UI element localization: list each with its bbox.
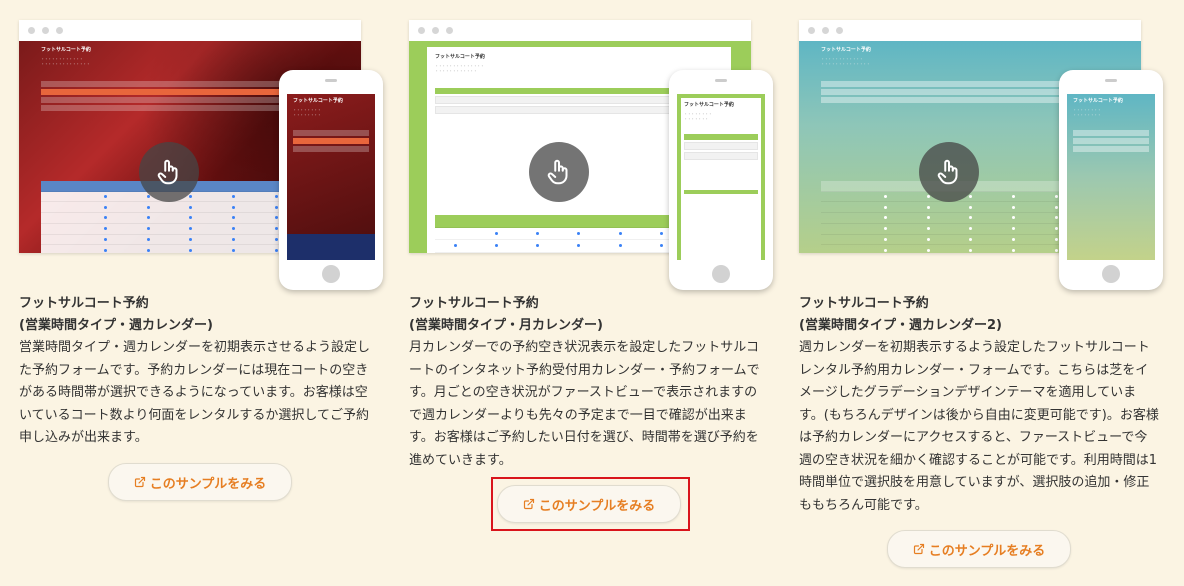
view-sample-button-2[interactable]: このサンプルをみる — [497, 485, 681, 523]
pointer-hand-icon — [139, 142, 199, 202]
pointer-hand-icon — [919, 142, 979, 202]
browser-titlebar — [799, 20, 1141, 42]
browser-titlebar — [19, 20, 361, 42]
sample-preview[interactable]: フットサルコート予約 ・・・・・・・・・・・・・・ ・・・・・・・・・・・・ フ… — [409, 20, 781, 292]
preview-form-title: フットサルコート予約 — [435, 54, 485, 60]
external-link-icon — [523, 498, 534, 510]
card-description: 営業時間タイプ・週カレンダーを初期表示させるよう設定した予約フォームです。予約カ… — [19, 340, 371, 445]
external-link-icon — [913, 543, 924, 555]
view-sample-button-1[interactable]: このサンプルをみる — [108, 463, 292, 501]
external-link-icon — [134, 476, 145, 488]
phone-screen: フットサルコート予約 ・・・・・・・・ ・・・・・・・ — [677, 94, 765, 260]
preview-form-title: フットサルコート予約 — [684, 102, 734, 108]
phone-screen: フットサルコート予約 ・・・・・・・・ ・・・・・・・・ — [287, 94, 375, 260]
card-title: フットサルコート予約 — [409, 296, 539, 311]
button-label: このサンプルをみる — [149, 476, 267, 492]
pointer-hand-icon — [529, 142, 589, 202]
phone-mockup: フットサルコート予約 ・・・・・・・・ ・・・・・・・・ — [1059, 70, 1163, 290]
view-sample-button-3[interactable]: このサンプルをみる — [887, 530, 1071, 568]
preview-form-title: フットサルコート予約 — [293, 98, 343, 104]
card-description: 週カレンダーを初期表示するよう設定したフットサルコートレンタル予約用カレンダー・… — [799, 340, 1159, 513]
phone-mockup: フットサルコート予約 ・・・・・・・・ ・・・・・・・・ — [279, 70, 383, 290]
card-title: フットサルコート予約 — [799, 296, 929, 311]
sample-card-3: フットサルコート予約 ・・・・・・・・・・・・ ・・・・・・・・・・・・・・ フ… — [799, 20, 1171, 517]
browser-titlebar — [409, 20, 751, 42]
sample-card-1: フットサルコート予約 ・・・・・・・・・・・・ ・・・・・・・・・・・・・・ フ… — [19, 20, 391, 450]
preview-form-title: フットサルコート予約 — [41, 47, 91, 53]
phone-mockup: フットサルコート予約 ・・・・・・・・ ・・・・・・・ — [669, 70, 773, 290]
button-label: このサンプルをみる — [538, 498, 656, 514]
card-subtitle: (営業時間タイプ・週カレンダー2) — [799, 318, 1002, 333]
preview-form-title: フットサルコート予約 — [1073, 98, 1123, 104]
card-subtitle: (営業時間タイプ・週カレンダー) — [19, 318, 213, 333]
card-description: 月カレンダーでの予約空き状況表示を設定したフットサルコートのインタネット予約受付… — [409, 340, 760, 468]
button-label: このサンプルをみる — [928, 543, 1046, 559]
sample-card-2: フットサルコート予約 ・・・・・・・・・・・・・・ ・・・・・・・・・・・・ フ… — [409, 20, 781, 472]
sample-preview[interactable]: フットサルコート予約 ・・・・・・・・・・・・ ・・・・・・・・・・・・・・ フ… — [799, 20, 1171, 292]
phone-screen: フットサルコート予約 ・・・・・・・・ ・・・・・・・・ — [1067, 94, 1155, 260]
card-title: フットサルコート予約 — [19, 296, 149, 311]
sample-preview[interactable]: フットサルコート予約 ・・・・・・・・・・・・ ・・・・・・・・・・・・・・ フ… — [19, 20, 391, 292]
card-subtitle: (営業時間タイプ・月カレンダー) — [409, 318, 603, 333]
preview-form-title: フットサルコート予約 — [821, 47, 871, 53]
